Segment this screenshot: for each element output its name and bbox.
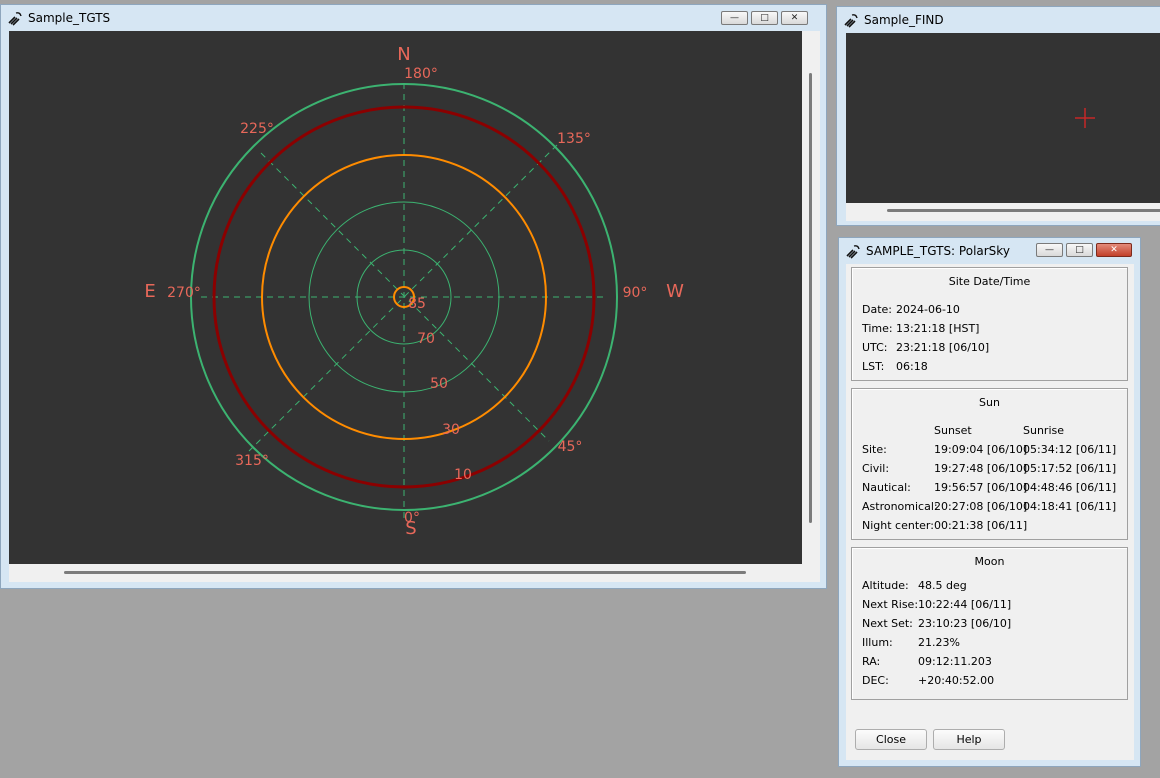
- lst-label: LST:: [862, 360, 885, 373]
- elevation-label-10: 10: [454, 467, 472, 483]
- date-value: 2024-06-10: [896, 303, 960, 316]
- azimuth-label-0: 0°: [404, 510, 420, 526]
- maximize-icon: □: [1075, 244, 1084, 255]
- moon-frame-title: Moon: [974, 555, 1005, 568]
- close-icon: ✕: [1110, 244, 1118, 255]
- sunset-value: 19:09:04 [06/10]: [934, 443, 1028, 456]
- utc-label: UTC:: [862, 341, 888, 354]
- time-value: 13:21:18 [HST]: [896, 322, 980, 335]
- close-button[interactable]: ✕: [781, 11, 808, 25]
- north-label: N: [397, 44, 410, 65]
- sunset-column-header: Sunset: [934, 424, 972, 437]
- sun-frame: Sun Sunset Sunrise Site: 19:09:04 [06/10…: [851, 388, 1128, 540]
- find-title: Sample_FIND: [864, 13, 944, 27]
- tgts-vertical-scroll-thumb[interactable]: [809, 73, 812, 523]
- time-label: Time:: [862, 322, 893, 335]
- east-label: E: [144, 281, 155, 302]
- maximize-icon: □: [760, 12, 769, 23]
- grid-line-ne-sw: [248, 144, 558, 452]
- lst-value: 06:18: [896, 360, 928, 373]
- moon-row-value: 10:22:44 [06/11]: [918, 598, 1012, 611]
- finder-image-view[interactable]: [846, 33, 1160, 203]
- sun-row-label: Nautical:: [862, 481, 911, 494]
- tgts-titlebar[interactable]: Sample_TGTS: [1, 5, 826, 31]
- azimuth-label-180: 180°: [404, 66, 438, 82]
- moon-row-label: Illum:: [862, 636, 893, 649]
- find-horizontal-scrollbar[interactable]: [846, 203, 1160, 221]
- close-dialog-button[interactable]: Close: [855, 729, 927, 750]
- sunset-value: 19:27:48 [06/10]: [934, 462, 1028, 475]
- site-frame-title: Site Date/Time: [948, 275, 1031, 288]
- night-center-label: Night center:: [862, 519, 934, 532]
- tgts-vertical-scrollbar[interactable]: [802, 31, 820, 564]
- sun-frame-title: Sun: [979, 396, 1000, 409]
- polar-sky-plot[interactable]: N S E W 180° 135° 90° 45° 0° 315° 270° 2…: [9, 31, 802, 564]
- close-button[interactable]: ✕: [1096, 243, 1132, 257]
- moon-frame: Moon Altitude: 48.5 deg Next Rise: 10:22…: [851, 547, 1128, 700]
- moon-row-label: Next Set:: [862, 617, 913, 630]
- sunrise-column-header: Sunrise: [1023, 424, 1065, 437]
- maximize-button[interactable]: □: [751, 11, 778, 25]
- sunrise-value: 05:17:52 [06/11]: [1023, 462, 1117, 475]
- moon-row-value: 48.5 deg: [918, 579, 967, 592]
- polarsky-panel: Site Date/Time Date: 2024-06-10 Time: 13…: [846, 264, 1134, 760]
- elevation-label-70: 70: [417, 331, 435, 347]
- elevation-label-50: 50: [430, 376, 448, 392]
- minimize-icon: —: [730, 12, 739, 23]
- night-center-value: 00:21:38 [06/11]: [934, 519, 1028, 532]
- moon-row-value: 23:10:23 [06/10]: [918, 617, 1012, 630]
- sunrise-value: 04:48:46 [06/11]: [1023, 481, 1117, 494]
- azimuth-label-45: 45°: [558, 439, 583, 455]
- site-datetime-frame: Site Date/Time Date: 2024-06-10 Time: 13…: [851, 267, 1128, 381]
- sun-row-label: Site:: [862, 443, 887, 456]
- polarsky-window-controls: — □ ✕: [1036, 243, 1132, 257]
- sunrise-value: 05:34:12 [06/11]: [1023, 443, 1117, 456]
- maximize-button[interactable]: □: [1066, 243, 1093, 257]
- minimize-button[interactable]: —: [1036, 243, 1063, 257]
- moon-row-label: Next Rise:: [862, 598, 919, 611]
- polarsky-window: SAMPLE_TGTS: PolarSky — □ ✕ Site Date/Ti…: [838, 237, 1141, 767]
- find-window: Sample_FIND: [836, 6, 1160, 226]
- crosshair-icon: [1075, 108, 1095, 128]
- find-horizontal-scroll-thumb[interactable]: [887, 209, 1160, 212]
- app-icon: [8, 12, 22, 26]
- polar-plot-svg: N S E W 180° 135° 90° 45° 0° 315° 270° 2…: [144, 44, 684, 539]
- elevation-label-30: 30: [442, 422, 460, 438]
- utc-value: 23:21:18 [06/10]: [896, 341, 990, 354]
- polarsky-title: SAMPLE_TGTS: PolarSky: [866, 244, 1010, 258]
- minimize-icon: —: [1045, 244, 1054, 255]
- help-button[interactable]: Help: [933, 729, 1005, 750]
- elevation-label-85: 85: [408, 296, 426, 312]
- moon-row-label: DEC:: [862, 674, 889, 687]
- close-icon: ✕: [790, 12, 799, 23]
- azimuth-label-135: 135°: [557, 131, 591, 147]
- minimize-button[interactable]: —: [721, 11, 748, 25]
- app-icon: [846, 245, 860, 259]
- sunset-value: 20:27:08 [06/10]: [934, 500, 1028, 513]
- moon-row-value: 09:12:11.203: [918, 655, 992, 668]
- moon-row-value: +20:40:52.00: [918, 674, 995, 687]
- sun-row-label: Civil:: [862, 462, 890, 475]
- app-icon: [844, 14, 858, 28]
- azimuth-label-315: 315°: [235, 453, 269, 469]
- tgts-horizontal-scrollbar[interactable]: [9, 564, 820, 582]
- sun-row-label: Astronomical:: [862, 500, 938, 513]
- find-titlebar[interactable]: Sample_FIND: [837, 7, 1160, 33]
- moon-row-value: 21.23%: [918, 636, 960, 649]
- tgts-title: Sample_TGTS: [28, 11, 111, 25]
- date-label: Date:: [862, 303, 892, 316]
- tgts-window: Sample_TGTS — □ ✕ N S E W 180° 135° 90° …: [0, 4, 827, 589]
- azimuth-label-90: 90°: [623, 285, 648, 301]
- finder-svg: [1075, 108, 1095, 128]
- tgts-horizontal-scroll-thumb[interactable]: [64, 571, 746, 574]
- moon-row-label: Altitude:: [862, 579, 909, 592]
- sunrise-value: 04:18:41 [06/11]: [1023, 500, 1117, 513]
- moon-row-label: RA:: [862, 655, 881, 668]
- west-label: W: [666, 281, 684, 302]
- azimuth-label-225: 225°: [240, 121, 274, 137]
- azimuth-label-270: 270°: [167, 285, 201, 301]
- sunset-value: 19:56:57 [06/10]: [934, 481, 1028, 494]
- tgts-window-controls: — □ ✕: [721, 11, 808, 25]
